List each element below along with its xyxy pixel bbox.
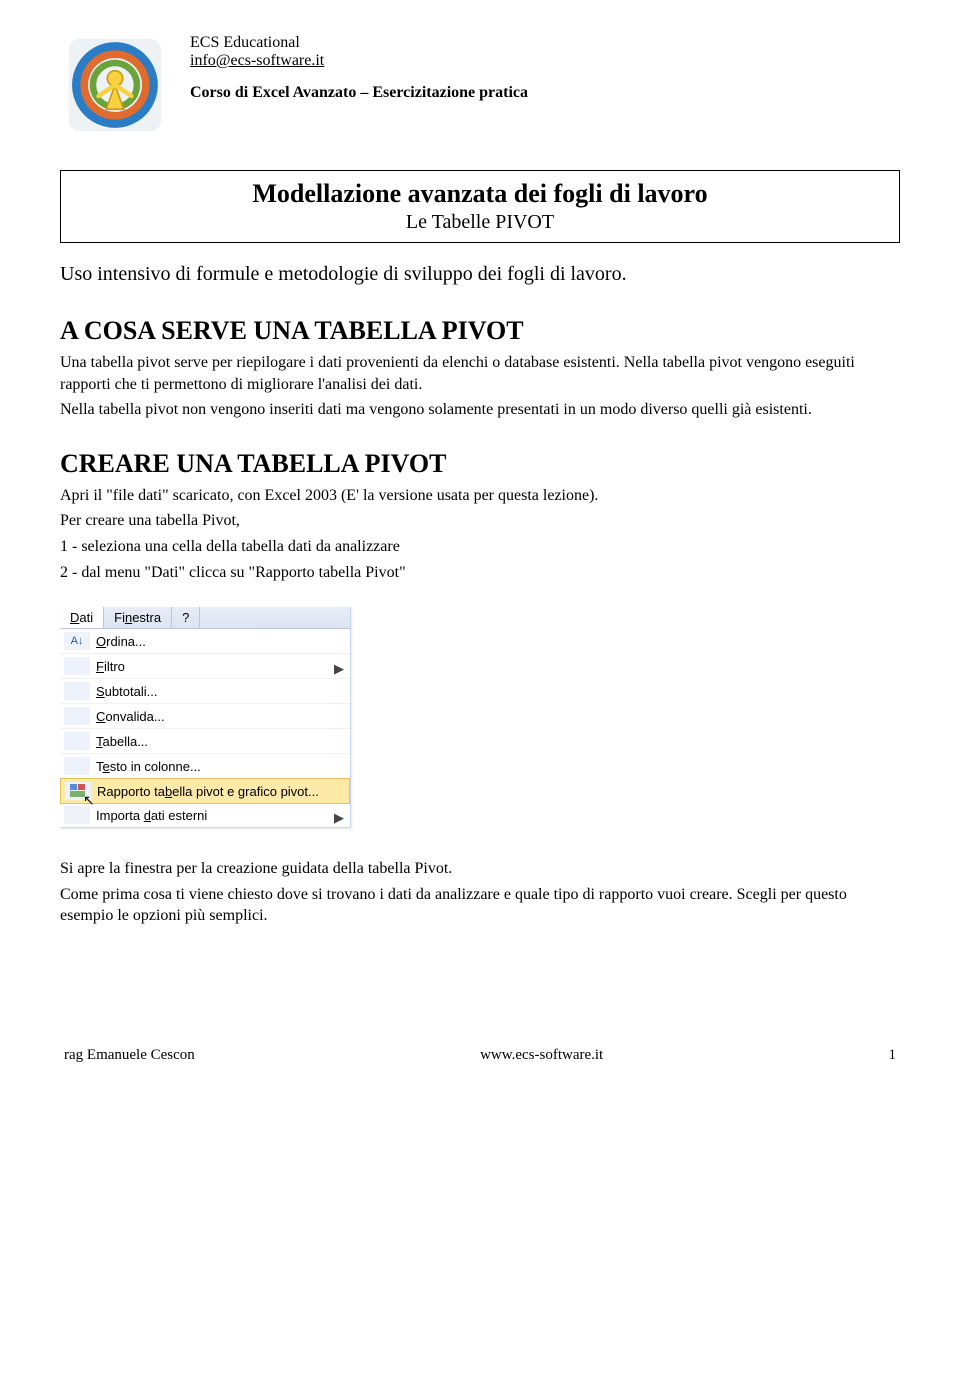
filter-icon: [64, 657, 90, 675]
footer-left: rag Emanuele Cescon: [64, 1047, 195, 1064]
menu-help[interactable]: ?: [172, 607, 200, 628]
title-box: Modellazione avanzata dei fogli di lavor…: [60, 170, 900, 243]
page-header: ECS Educational info@ecs-software.it Cor…: [60, 30, 900, 140]
cursor-icon: ↖: [83, 792, 95, 809]
menu-bar: DDatiati Finestra ?: [60, 607, 350, 629]
section1-p1: Una tabella pivot serve per riepilogare …: [60, 352, 900, 395]
footer-page-number: 1: [889, 1047, 897, 1064]
section1-p2: Nella tabella pivot non vengono inseriti…: [60, 399, 900, 421]
email-link[interactable]: info@ecs-software.it: [190, 52, 528, 70]
closing-p1: Si apre la finestra per la creazione gui…: [60, 858, 900, 880]
text-cols-icon: [64, 757, 90, 775]
table-icon: [64, 732, 90, 750]
sort-icon: A↓: [64, 632, 90, 650]
section2-p1: Apri il "file dati" scaricato, con Excel…: [60, 485, 900, 507]
doc-title: Modellazione avanzata dei fogli di lavor…: [73, 179, 887, 209]
logo: [60, 30, 170, 140]
section2-li1: 1 - seleziona una cella della tabella da…: [60, 536, 900, 558]
closing-p2: Come prima cosa ti viene chiesto dove si…: [60, 884, 900, 927]
footer-center: www.ecs-software.it: [480, 1047, 603, 1064]
org-name: ECS Educational: [190, 34, 528, 52]
section2-p2: Per creare una tabella Pivot,: [60, 510, 900, 532]
menu-item-convalida[interactable]: Convalida...: [60, 704, 350, 729]
menu-item-tabella[interactable]: Tabella...: [60, 729, 350, 754]
intro-text: Uso intensivo di formule e metodologie d…: [60, 263, 900, 286]
menu-item-importa[interactable]: Importa dati esterni ▶: [60, 803, 350, 827]
dropdown-menu: A↓ Ordina... Filtro ▶ Subtotali... Conva…: [60, 629, 350, 827]
page-footer: rag Emanuele Cescon www.ecs-software.it …: [60, 1047, 900, 1064]
menu-item-ordina[interactable]: A↓ Ordina...: [60, 629, 350, 654]
section2-heading: CREARE UNA TABELLA PIVOT: [60, 449, 900, 479]
chevron-right-icon: ▶: [334, 810, 344, 820]
section2-li2: 2 - dal menu "Dati" clicca su "Rapporto …: [60, 562, 900, 584]
excel-menu-screenshot: DDatiati Finestra ? A↓ Ordina... Filtro …: [60, 607, 351, 828]
course-title: Corso di Excel Avanzato – Esercizitazion…: [190, 84, 528, 102]
section1-heading: A COSA SERVE UNA TABELLA PIVOT: [60, 316, 900, 346]
chevron-right-icon: ▶: [334, 661, 344, 671]
validate-icon: [64, 707, 90, 725]
subtotal-icon: [64, 682, 90, 700]
doc-subtitle: Le Tabelle PIVOT: [73, 211, 887, 234]
menu-item-filtro[interactable]: Filtro ▶: [60, 654, 350, 679]
menu-item-testo-colonne[interactable]: Testo in colonne...: [60, 754, 350, 779]
menu-finestra[interactable]: Finestra: [104, 607, 172, 628]
menu-dati[interactable]: DDatiati: [60, 607, 104, 628]
menu-item-pivot[interactable]: Rapporto tabella pivot e grafico pivot..…: [60, 778, 350, 804]
menu-item-subtotali[interactable]: Subtotali...: [60, 679, 350, 704]
